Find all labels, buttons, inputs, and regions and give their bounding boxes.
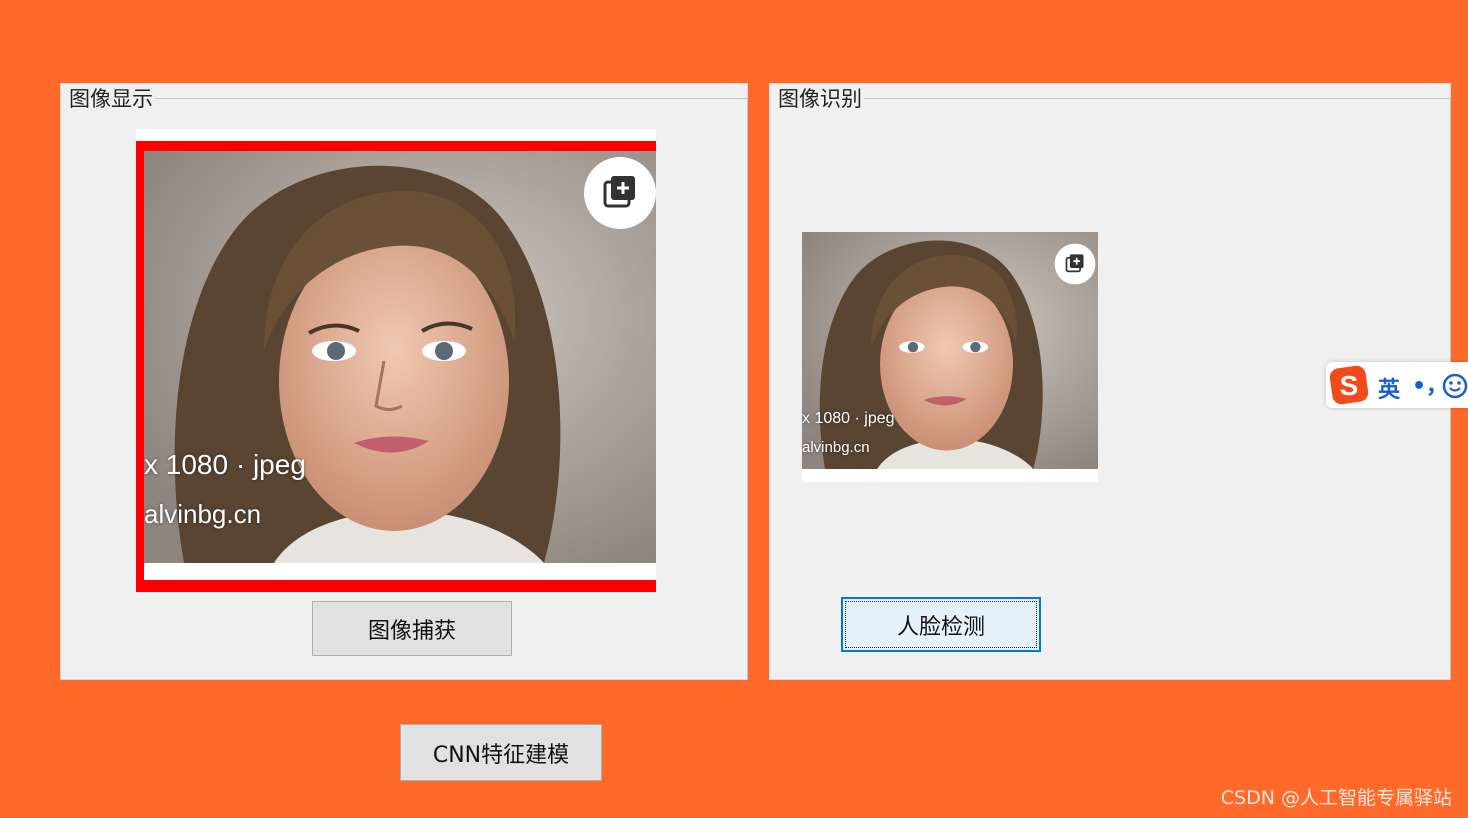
smile-icon[interactable]: [1442, 373, 1468, 399]
expand-icon: [1054, 243, 1096, 285]
watermark: CSDN @人工智能专属驿站: [1220, 787, 1452, 809]
ime-language-toggle[interactable]: 英: [1378, 372, 1400, 404]
sogou-s-icon[interactable]: S: [1329, 365, 1369, 405]
photo-resolution-text: x 1080 · jpeg: [802, 410, 895, 427]
display-photo: x 1080 · jpeg alvinbg.cn: [136, 129, 656, 592]
cnn-modeling-button[interactable]: CNN特征建模: [400, 724, 602, 781]
detected-face-photo: x 1080 · jpeg alvinbg.cn: [802, 232, 1098, 482]
image-display-group: 图像显示 x 1080 · jpeg alvinbg.cn 图像捕获: [60, 83, 748, 680]
photo-bottom-bar: [144, 563, 656, 580]
photo-resolution-text: x 1080 · jpeg: [144, 449, 306, 480]
svg-text:S: S: [1340, 370, 1359, 401]
group-title: 图像显示: [67, 85, 155, 113]
face-detect-button[interactable]: 人脸检测: [841, 597, 1041, 652]
expand-icon: [584, 157, 656, 229]
capture-image-button[interactable]: 图像捕获: [312, 601, 512, 656]
ime-toolbar[interactable]: S 英 •，: [1326, 362, 1468, 408]
photo-source-text: alvinbg.cn: [802, 439, 870, 456]
group-title: 图像识别: [776, 85, 864, 113]
photo-source-text: alvinbg.cn: [144, 499, 262, 529]
